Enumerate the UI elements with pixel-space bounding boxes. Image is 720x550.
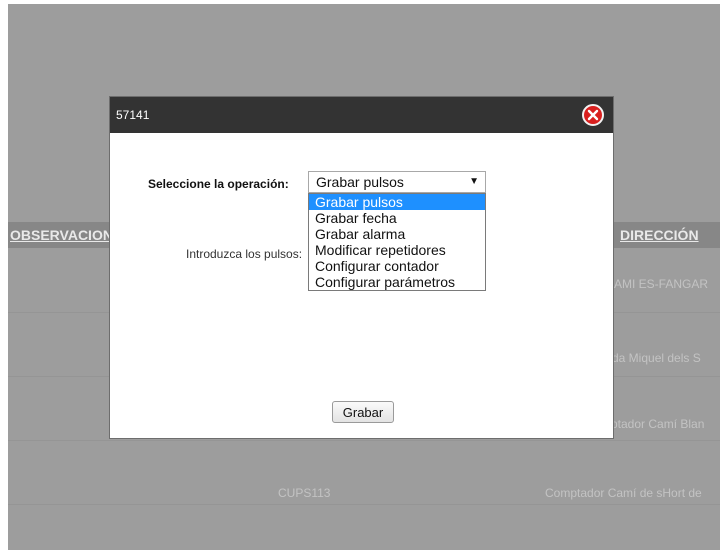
option-grabar-alarma[interactable]: Grabar alarma [309,226,485,242]
operation-select[interactable]: Grabar pulsos ▼ [308,171,486,193]
option-configurar-parametros[interactable]: Configurar parámetros [309,274,485,290]
row-divider [8,440,720,441]
option-configurar-contador[interactable]: Configurar contador [309,258,485,274]
header-direccion: DIRECCIÓN [620,227,699,243]
table-cell-direccion: da Miquel dels S [612,351,701,365]
option-grabar-pulsos[interactable]: Grabar pulsos [309,194,485,210]
table-cell-direccion: AMI ES-FANGAR [614,277,709,291]
operation-label: Seleccione la operación: [148,177,289,191]
operation-dropdown-list: Grabar pulsos Grabar fecha Grabar alarma… [308,193,486,291]
dialog-title-bar: 57141 [110,97,613,133]
operation-select-value: Grabar pulsos [316,174,404,190]
chevron-down-icon: ▼ [469,176,479,187]
table-cell-direccion: Comptador Camí de sHort de [545,486,702,500]
option-grabar-fecha[interactable]: Grabar fecha [309,210,485,226]
grabar-button[interactable]: Grabar [332,401,394,423]
option-modificar-repetidores[interactable]: Modificar repetidores [309,242,485,258]
close-icon[interactable] [582,104,604,126]
row-divider [8,504,720,505]
operation-dialog: 57141 Seleccione la operación: Grabar pu… [109,96,614,439]
pulses-label: Introduzca los pulsos: [186,247,303,261]
table-cell-cups: CUPS113 [278,486,331,500]
table-cell-direccion: ptador Camí Blan [611,417,705,431]
dialog-title: 57141 [116,108,150,122]
